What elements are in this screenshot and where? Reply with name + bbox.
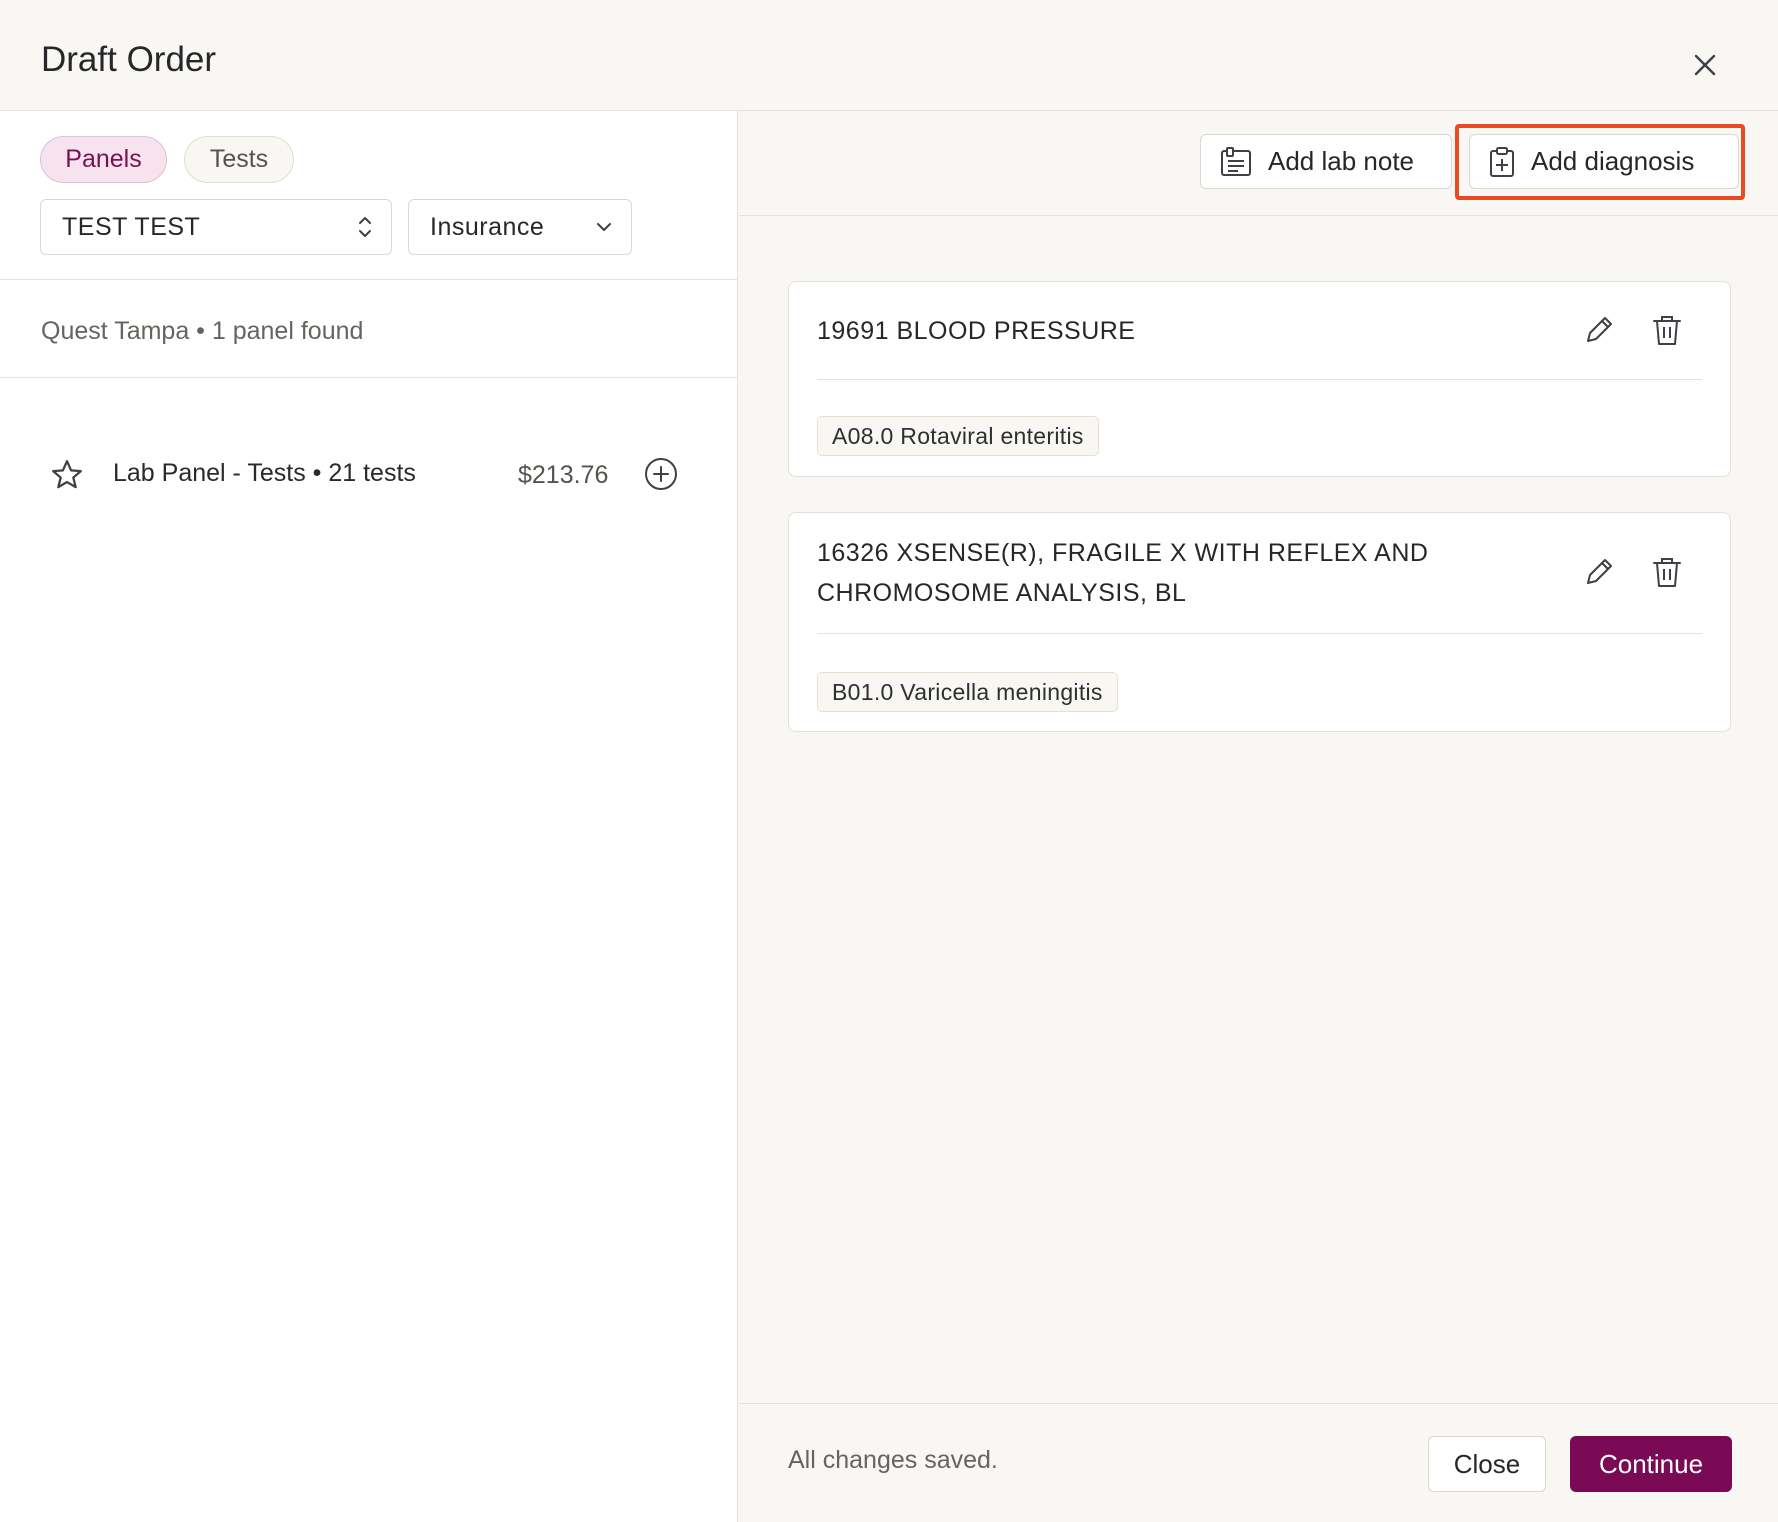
add-circle-icon[interactable] <box>643 456 679 492</box>
trash-icon[interactable] <box>1649 554 1685 590</box>
order-title: 16326 XSENSE(R), FRAGILE X WITH REFLEX A… <box>817 539 1429 607</box>
pencil-icon[interactable] <box>1581 312 1617 348</box>
coverage-select-value: Insurance <box>430 212 545 241</box>
order-toolbar: Add lab note Add diagnosis <box>739 111 1778 216</box>
diagnosis-chip: B01.0 Varicella meningitis <box>817 672 1118 712</box>
coverage-select[interactable]: Insurance <box>408 199 632 255</box>
close-button[interactable]: Close <box>1428 1436 1546 1492</box>
panel-price: $213.76 <box>518 461 609 489</box>
tab-panels[interactable]: Panels <box>40 136 167 183</box>
order-title: 19691 BLOOD PRESSURE <box>817 317 1136 345</box>
tab-tests[interactable]: Tests <box>184 136 294 183</box>
results-summary: Quest Tampa • 1 panel found <box>41 317 364 345</box>
add-diagnosis-label: Add diagnosis <box>1531 146 1695 176</box>
save-status: All changes saved. <box>788 1446 998 1474</box>
add-diagnosis-button[interactable]: Add diagnosis <box>1469 134 1739 189</box>
continue-button[interactable]: Continue <box>1570 1436 1732 1492</box>
add-lab-note-label: Add lab note <box>1268 146 1415 176</box>
modal-footer: All changes saved. Close Continue <box>739 1403 1778 1522</box>
divider <box>817 379 1702 380</box>
divider <box>0 279 738 280</box>
left-panel: Panels Tests TEST TEST Insurance Quest T… <box>0 111 738 1522</box>
close-icon[interactable] <box>1686 46 1724 84</box>
divider <box>817 633 1702 634</box>
divider <box>0 377 738 378</box>
star-icon[interactable] <box>49 457 85 493</box>
list-item[interactable]: Lab Panel - Tests • 21 tests $213.76 <box>0 436 738 514</box>
patient-select[interactable]: TEST TEST <box>40 199 392 255</box>
pencil-icon[interactable] <box>1581 554 1617 590</box>
diagnosis-chip: A08.0 Rotaviral enteritis <box>817 416 1099 456</box>
page-title: Draft Order <box>41 40 217 79</box>
chevron-down-icon <box>597 223 611 231</box>
modal-header: Draft Order <box>0 0 1778 111</box>
order-card: 16326 XSENSE(R), FRAGILE X WITH REFLEX A… <box>788 512 1731 732</box>
add-lab-note-button[interactable]: Add lab note <box>1200 134 1452 189</box>
lab-note-icon <box>1221 146 1251 176</box>
order-card: 19691 BLOOD PRESSURE A08.0 Rotaviral ent… <box>788 281 1731 477</box>
updown-chevron-icon <box>359 217 371 237</box>
trash-icon[interactable] <box>1649 312 1685 348</box>
clipboard-plus-icon <box>1490 146 1514 177</box>
right-panel: Add lab note Add diagnosis 19691 BLOOD P… <box>739 111 1778 1522</box>
patient-select-value: TEST TEST <box>62 212 201 241</box>
panel-name: Lab Panel - Tests • 21 tests <box>113 459 416 487</box>
